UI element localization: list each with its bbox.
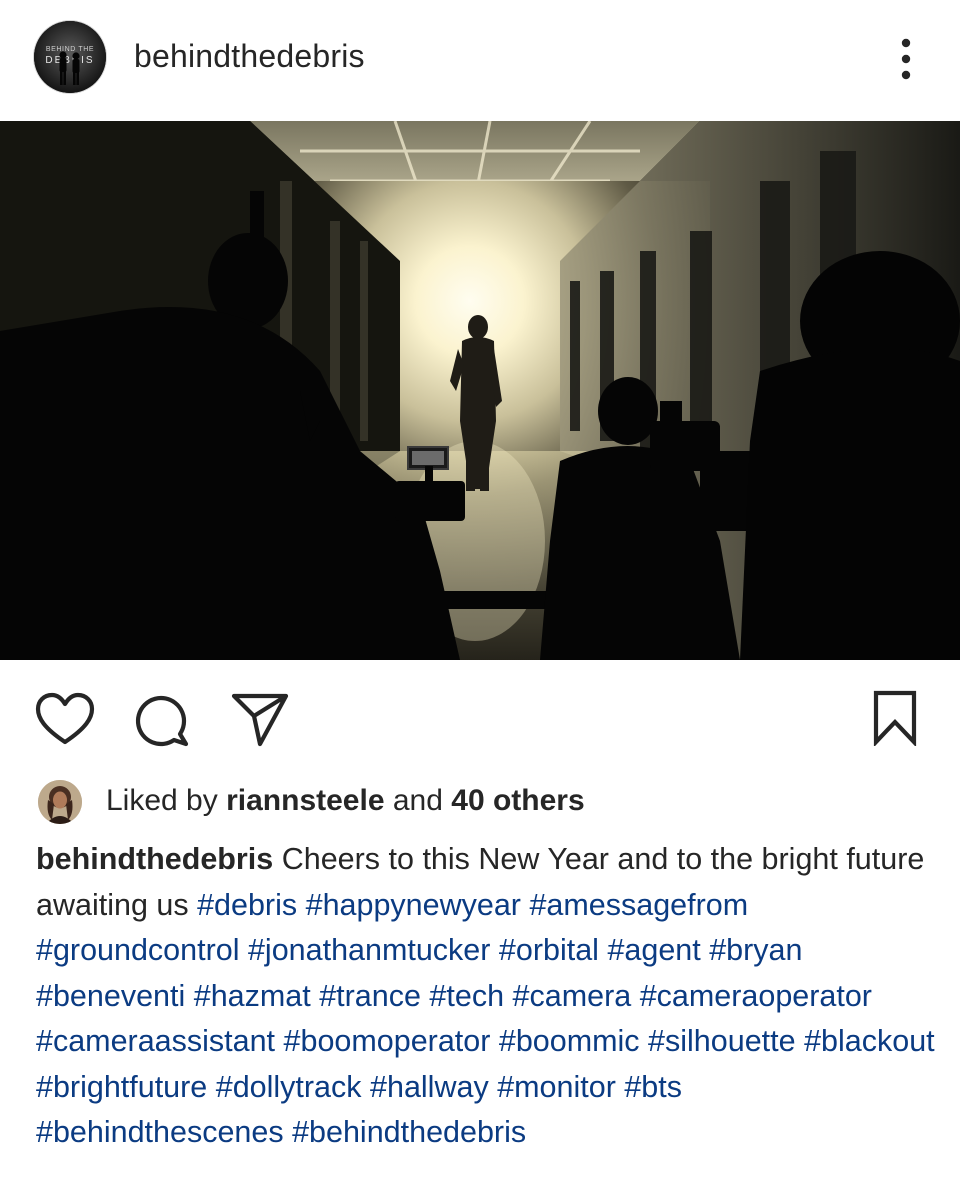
hashtag-link[interactable]: #blackout	[804, 1024, 935, 1058]
hashtag-link[interactable]: #bryan	[709, 933, 802, 967]
hashtag-list: #debris #happynewyear #amessagefrom #gro…	[36, 888, 935, 1150]
hashtag-link[interactable]: #bts	[624, 1070, 682, 1104]
liker-avatar-image	[38, 780, 82, 824]
comment-button[interactable]	[132, 690, 192, 750]
liker-username[interactable]: riannsteele	[226, 784, 384, 817]
hashtag-link[interactable]: #behindthedebris	[292, 1115, 526, 1149]
liker-avatar[interactable]	[38, 780, 82, 824]
hashtag-link[interactable]: #cameraassistant	[36, 1024, 275, 1058]
avatar-lettering-2: DEBRIS	[45, 55, 94, 66]
hashtag-link[interactable]: #behindthescenes	[36, 1115, 284, 1149]
action-bar	[0, 660, 960, 770]
hashtag-link[interactable]: #happynewyear	[306, 888, 521, 922]
hashtag-link[interactable]: #orbital	[499, 933, 599, 967]
comment-icon	[135, 695, 189, 747]
avatar-lettering: BEHIND THE	[46, 46, 94, 53]
heart-icon	[35, 692, 95, 745]
bookmark-icon	[873, 690, 917, 748]
hashtag-link[interactable]: #boommic	[499, 1024, 640, 1058]
hashtag-link[interactable]: #silhouette	[648, 1024, 796, 1058]
hashtag-link[interactable]: #monitor	[497, 1070, 616, 1104]
paper-plane-icon	[231, 693, 289, 747]
hashtag-link[interactable]: #brightfuture	[36, 1070, 207, 1104]
like-button[interactable]	[34, 692, 96, 748]
hashtag-link[interactable]: #agent	[607, 933, 700, 967]
film-set-hallway-photo	[0, 121, 960, 660]
hashtag-link[interactable]: #cameraoperator	[640, 979, 872, 1013]
hashtag-link[interactable]: #hazmat	[194, 979, 311, 1013]
profile-avatar[interactable]: BEHIND THE DEBRIS	[34, 21, 106, 93]
hashtag-link[interactable]: #camera	[513, 979, 632, 1013]
hashtag-link[interactable]: #dollytrack	[216, 1070, 362, 1104]
hashtag-link[interactable]: #amessagefrom	[529, 888, 748, 922]
hashtag-link[interactable]: #trance	[319, 979, 421, 1013]
avatar-image: BEHIND THE DEBRIS	[34, 21, 106, 93]
likes-prefix: Liked by	[106, 784, 218, 817]
likes-row: Liked by riannsteele and 40 others	[0, 772, 960, 832]
likes-connector: and	[392, 784, 443, 817]
post-photo[interactable]	[0, 121, 960, 660]
hashtag-link[interactable]: #beneventi	[36, 979, 185, 1013]
likes-others[interactable]: 40 others	[451, 784, 584, 817]
likes-summary: Liked by riannsteele and 40 others	[106, 782, 585, 820]
caption-username[interactable]: behindthedebris	[36, 842, 273, 876]
more-vertical-icon	[901, 38, 911, 80]
hashtag-link[interactable]: #tech	[429, 979, 504, 1013]
save-button[interactable]	[870, 690, 920, 748]
hashtag-link[interactable]: #boomoperator	[284, 1024, 491, 1058]
hashtag-link[interactable]: #jonathanmtucker	[248, 933, 490, 967]
more-options-button[interactable]	[884, 34, 928, 84]
post-header: BEHIND THE DEBRIS behindthedebris	[0, 0, 960, 118]
header-username[interactable]: behindthedebris	[134, 36, 365, 76]
post-caption: behindthedebris Cheers to this New Year …	[36, 837, 936, 1156]
hashtag-link[interactable]: #debris	[197, 888, 297, 922]
hashtag-link[interactable]: #groundcontrol	[36, 933, 239, 967]
hashtag-link[interactable]: #hallway	[370, 1070, 489, 1104]
share-button[interactable]	[230, 692, 290, 748]
